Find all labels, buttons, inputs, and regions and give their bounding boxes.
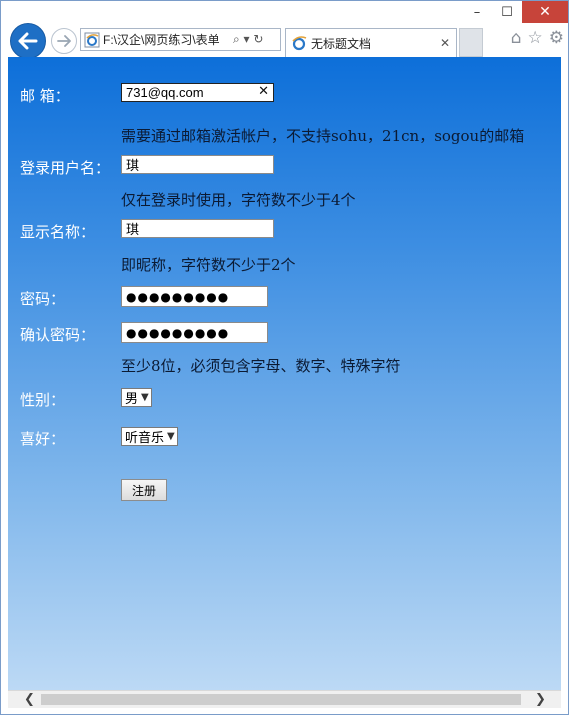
gender-row: 性别： 男 ▼ (20, 387, 560, 411)
address-tools[interactable]: ⌕ ▾ ↻ (233, 32, 263, 47)
display-name-hint: 即昵称，字符数不少于2个 (121, 256, 296, 274)
hobby-label: 喜好： (20, 430, 66, 448)
display-name-row: 显示名称： 琪 (20, 219, 560, 243)
username-field[interactable]: 琪 (121, 155, 274, 174)
email-hint: 需要通过邮箱激活帐户，不支持sohu，21cn，sogou的邮箱 (121, 127, 525, 145)
gender-label: 性别： (20, 391, 66, 409)
confirm-password-field[interactable]: ●●●●●●●●● (121, 322, 268, 343)
hobby-selected: 听音乐 (125, 431, 165, 446)
tab-title: 无标题文档 (311, 36, 372, 51)
email-value: 731@qq.com (126, 85, 204, 100)
password-hint: 至少8位，必须包含字母、数字、特殊字符 (121, 357, 401, 375)
display-name-field[interactable]: 琪 (121, 219, 274, 238)
ie-page-icon (292, 36, 307, 51)
gender-select[interactable]: 男 ▼ (121, 388, 152, 407)
back-arrow-icon (18, 32, 38, 50)
favorites-star-icon[interactable]: ☆ (528, 28, 543, 48)
tab-active[interactable]: 无标题文档 ✕ (285, 28, 457, 57)
email-label: 邮 箱： (20, 87, 70, 105)
submit-row: 注册 (20, 479, 560, 503)
password-label: 密码： (20, 290, 66, 308)
username-hint: 仅在登录时使用，字符数不少于4个 (121, 191, 356, 209)
gender-selected: 男 (125, 392, 139, 407)
forward-arrow-icon (57, 35, 71, 47)
confirm-password-label: 确认密码： (20, 326, 96, 344)
username-value: 琪 (126, 158, 140, 173)
clear-input-icon[interactable]: ✕ (258, 84, 269, 99)
display-name-label: 显示名称： (20, 223, 96, 241)
scrollbar-thumb[interactable] (41, 694, 521, 705)
browser-toolbar-icons: ⌂ ☆ ⚙ (511, 28, 564, 48)
email-row: 邮 箱： 731@qq.com ✕ (20, 83, 560, 107)
tab-close-button[interactable]: ✕ (440, 36, 450, 50)
navigation-bar: F:\汉企\网页练习\表单 ⌕ ▾ ↻ 无标题文档 ✕ ⌂ ☆ ⚙ (1, 23, 568, 59)
username-row: 登录用户名： 琪 (20, 155, 560, 179)
register-button[interactable]: 注册 (121, 479, 168, 501)
hobby-select[interactable]: 听音乐 ▼ (121, 427, 178, 446)
password-row: 密码： ●●●●●●●●● (20, 286, 560, 310)
confirm-password-row: 确认密码： ●●●●●●●●● (20, 322, 560, 346)
display-name-value: 琪 (126, 222, 140, 237)
forward-button[interactable] (51, 28, 77, 54)
confirm-password-value: ●●●●●●●●● (126, 325, 230, 340)
scroll-right-icon[interactable]: ❯ (535, 692, 546, 707)
home-icon[interactable]: ⌂ (511, 28, 522, 48)
page-content: 邮 箱： 731@qq.com ✕ 需要通过邮箱激活帐户，不支持sohu，21c… (8, 57, 561, 690)
chevron-down-icon: ▼ (167, 431, 175, 442)
password-field[interactable]: ●●●●●●●●● (121, 286, 268, 307)
address-bar[interactable]: F:\汉企\网页练习\表单 ⌕ ▾ ↻ (80, 28, 281, 51)
chevron-down-icon: ▼ (141, 392, 149, 403)
hobby-row: 喜好： 听音乐 ▼ (20, 426, 560, 450)
horizontal-scrollbar[interactable]: ❮ ❯ (8, 690, 561, 708)
scroll-left-icon[interactable]: ❮ (24, 692, 35, 707)
minimize-button[interactable]: – (462, 1, 492, 23)
maximize-button[interactable]: ☐ (492, 1, 522, 23)
username-label: 登录用户名： (20, 159, 111, 177)
settings-gear-icon[interactable]: ⚙ (549, 28, 564, 48)
browser-window: – ☐ ✕ F:\汉企\网页练习\表单 ⌕ ▾ ↻ 无标题文档 ✕ ⌂ ☆ ⚙ … (0, 0, 569, 715)
close-button[interactable]: ✕ (522, 1, 568, 23)
ie-page-icon (84, 32, 100, 47)
new-tab-button[interactable] (459, 28, 483, 57)
window-controls: – ☐ ✕ (462, 1, 568, 23)
password-value: ●●●●●●●●● (126, 289, 230, 304)
back-button[interactable] (10, 23, 46, 59)
email-field[interactable]: 731@qq.com ✕ (121, 83, 274, 102)
address-text[interactable]: F:\汉企\网页练习\表单 (103, 31, 231, 48)
